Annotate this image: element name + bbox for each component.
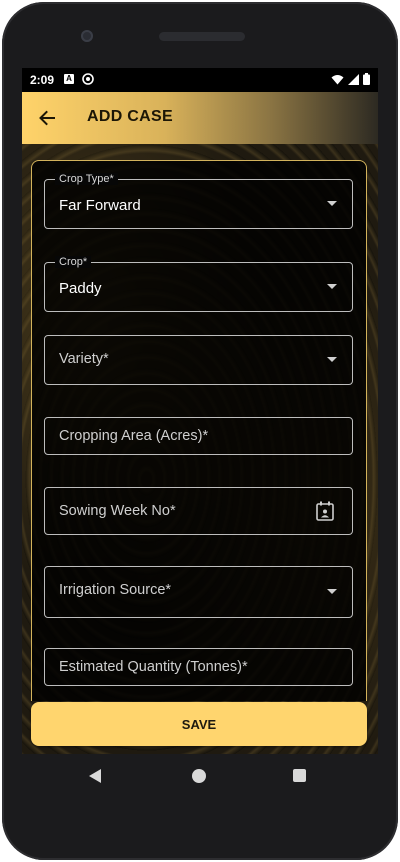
status-time: 2:09 xyxy=(30,73,55,87)
cropping-area-placeholder: Cropping Area (Acres)* xyxy=(59,428,209,444)
front-camera xyxy=(81,30,93,42)
status-bar: 2:09 A xyxy=(22,68,378,92)
sowing-week-field[interactable]: Sowing Week No* xyxy=(44,487,353,535)
calendar-icon[interactable] xyxy=(316,501,334,521)
dropdown-arrow-icon xyxy=(327,357,337,362)
form-background: Crop Type* Far Forward Crop* Paddy Varie… xyxy=(22,144,378,754)
crop-label: Crop* xyxy=(55,256,92,268)
form-card: Crop Type* Far Forward Crop* Paddy Varie… xyxy=(31,160,367,701)
sync-icon xyxy=(82,73,94,85)
crop-value: Paddy xyxy=(59,280,102,297)
signal-icon xyxy=(348,73,359,85)
battery-icon xyxy=(363,73,370,85)
notification-a-icon: A xyxy=(64,74,74,84)
irrigation-source-placeholder: Irrigation Source* xyxy=(59,582,172,598)
variety-dropdown[interactable]: Variety* xyxy=(44,335,353,385)
estimated-quantity-placeholder: Estimated Quantity (Tonnes)* xyxy=(59,659,248,675)
crop-type-value: Far Forward xyxy=(59,197,141,214)
system-navigation-bar xyxy=(22,754,378,798)
dropdown-arrow-icon xyxy=(327,284,337,289)
phone-screen: 2:09 A ADD CASE Crop Type* Far Forward C… xyxy=(22,68,378,754)
crop-type-dropdown[interactable]: Crop Type* Far Forward xyxy=(44,173,353,229)
variety-placeholder: Variety* xyxy=(59,351,109,367)
cropping-area-input[interactable]: Cropping Area (Acres)* xyxy=(44,417,353,455)
estimated-quantity-input[interactable]: Estimated Quantity (Tonnes)* xyxy=(44,648,353,686)
crop-dropdown[interactable]: Crop* Paddy xyxy=(44,256,353,312)
crop-type-label: Crop Type* xyxy=(55,173,118,185)
nav-home-icon[interactable] xyxy=(192,769,206,783)
dropdown-arrow-icon xyxy=(327,589,337,594)
app-bar: ADD CASE xyxy=(22,92,378,144)
arrow-left-icon[interactable] xyxy=(36,107,58,129)
irrigation-source-dropdown[interactable]: Irrigation Source* xyxy=(44,566,353,618)
sowing-week-placeholder: Sowing Week No* xyxy=(59,503,176,519)
nav-recents-icon[interactable] xyxy=(293,769,306,782)
wifi-icon xyxy=(331,74,344,84)
nav-back-icon[interactable] xyxy=(88,769,102,783)
save-button[interactable]: SAVE xyxy=(31,702,367,746)
earpiece-speaker xyxy=(159,32,245,41)
dropdown-arrow-icon xyxy=(327,201,337,206)
page-title: ADD CASE xyxy=(87,108,173,125)
